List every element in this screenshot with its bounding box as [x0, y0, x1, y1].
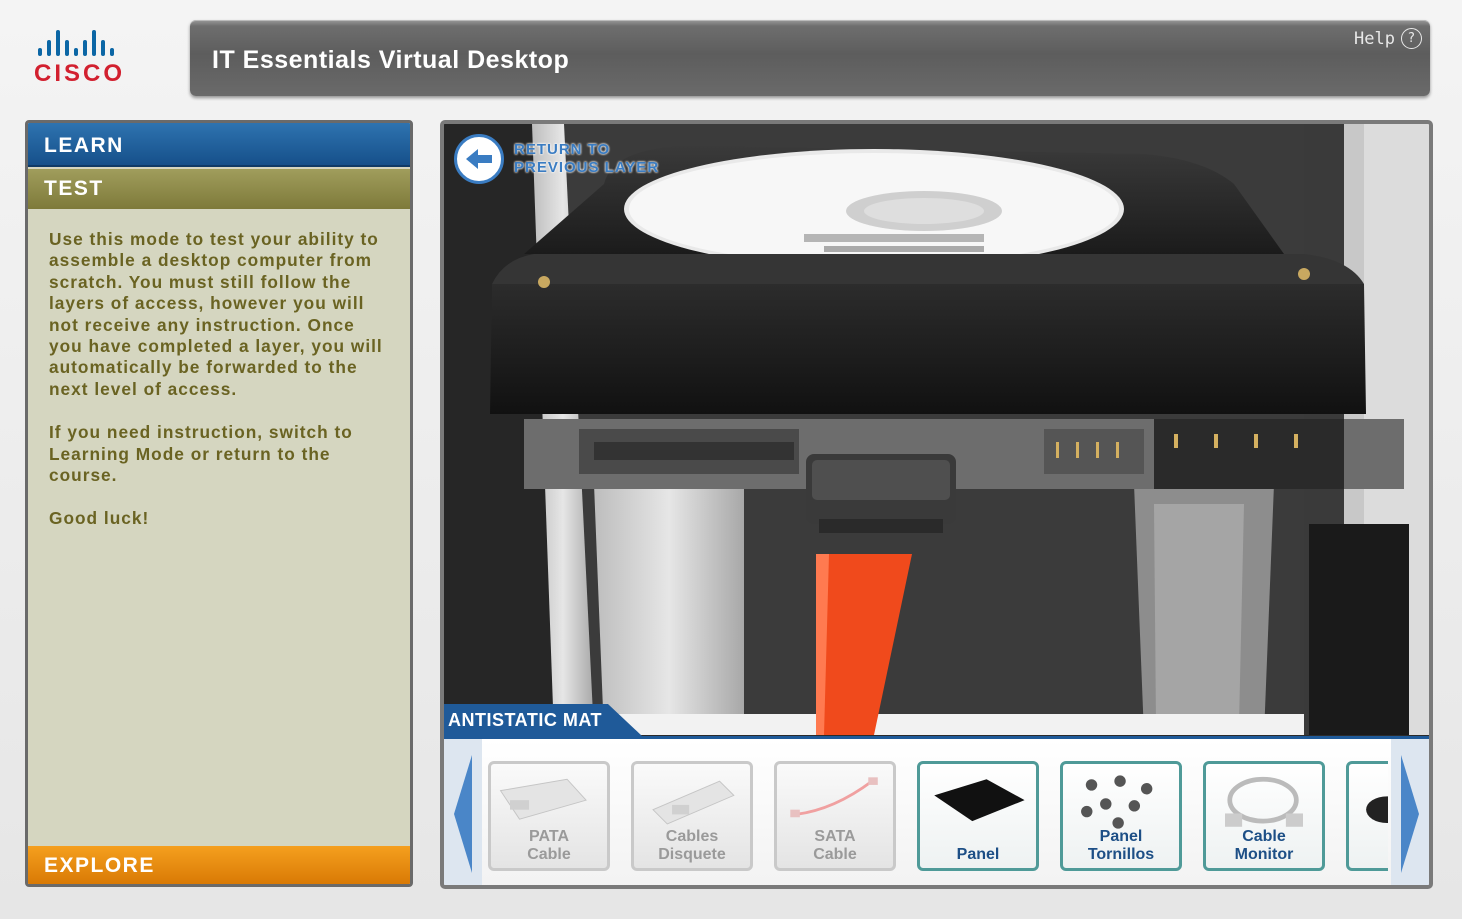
tray-item-label: Panel Tornillos — [1087, 828, 1155, 863]
cisco-logo: CISCO — [34, 28, 154, 92]
screws-icon — [1081, 775, 1153, 829]
help-label: Help — [1354, 28, 1395, 49]
tray-item-label: Panel — [956, 846, 1000, 863]
floppy-cable-icon — [652, 780, 735, 825]
monitor-cable-icon — [1225, 776, 1303, 827]
help-icon: ? — [1401, 28, 1422, 49]
mode-description: Use this mode to test your ability to as… — [49, 229, 394, 552]
component-tray: PATA Cable Cables Disquete SATA Cable Panel — [444, 736, 1429, 885]
return-label: RETURN TO PREVIOUS LAYER — [514, 141, 660, 176]
tray-item-cable-monitor[interactable]: Cable Monitor — [1203, 761, 1325, 871]
page-title: IT Essentials Virtual Desktop — [212, 46, 570, 74]
tray-item-label: Te — [1349, 828, 1388, 864]
back-arrow-icon — [454, 134, 504, 184]
title-bar: IT Essentials Virtual Desktop Help ? — [190, 20, 1430, 96]
chevron-right-icon — [1401, 755, 1419, 873]
tray-item-label: Cable Monitor — [1234, 828, 1294, 863]
tab-test[interactable]: TEST — [28, 169, 410, 209]
tab-learn[interactable]: LEARN — [28, 123, 410, 167]
sata-cable-icon — [790, 777, 878, 818]
tray-item-cables-disquete[interactable]: Cables Disquete — [631, 761, 753, 871]
tray-item-sata-cable[interactable]: SATA Cable — [774, 761, 896, 871]
component-list: PATA Cable Cables Disquete SATA Cable Panel — [488, 761, 1388, 873]
antistatic-mat-label: ANTISTATIC MAT — [444, 704, 642, 736]
help-button[interactable]: Help ? — [1354, 28, 1422, 49]
pata-cable-icon — [499, 778, 587, 820]
hard-drive-scene — [444, 124, 1429, 735]
description-paragraph: If you need instruction, switch to Learn… — [49, 422, 353, 486]
tray-item-label: Cables Disquete — [658, 828, 726, 863]
panel-icon — [934, 779, 1025, 822]
tray-item-label: SATA Cable — [813, 828, 857, 863]
description-paragraph: Use this mode to test your ability to as… — [49, 229, 383, 399]
tray-item-label: PATA Cable — [527, 828, 571, 863]
scroll-left-button[interactable] — [444, 739, 482, 885]
cisco-logo-bars — [38, 28, 154, 56]
tab-explore[interactable]: EXPLORE — [28, 846, 410, 884]
tray-item-pata-cable[interactable]: PATA Cable — [488, 761, 610, 871]
description-paragraph: Good luck! — [49, 508, 150, 529]
tray-item-panel-tornillos[interactable]: Panel Tornillos — [1060, 761, 1182, 871]
mode-panel: LEARN TEST Use this mode to test your ab… — [25, 120, 413, 887]
viewer-panel: RETURN TO PREVIOUS LAYER ANTISTATIC MAT … — [440, 120, 1433, 889]
keyboard-icon — [1366, 796, 1388, 823]
tray-item-te[interactable]: Te — [1346, 761, 1388, 871]
return-to-previous-layer-button[interactable]: RETURN TO PREVIOUS LAYER — [454, 134, 674, 184]
scroll-right-button[interactable] — [1391, 739, 1429, 885]
chevron-left-icon — [454, 755, 472, 873]
tray-item-panel[interactable]: Panel — [917, 761, 1039, 871]
cisco-logo-text: CISCO — [34, 60, 126, 87]
